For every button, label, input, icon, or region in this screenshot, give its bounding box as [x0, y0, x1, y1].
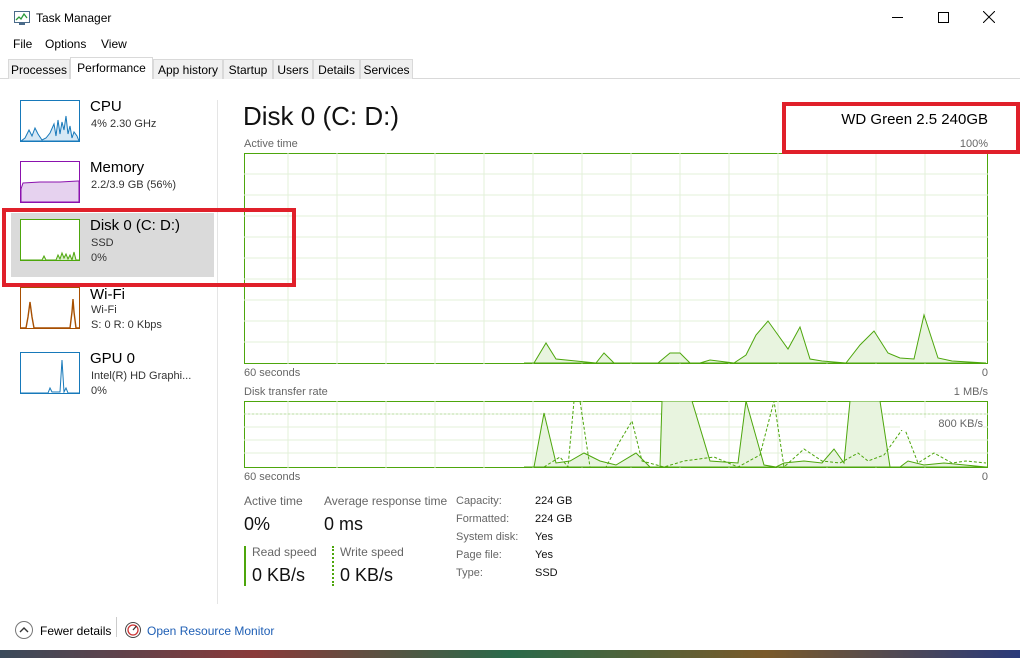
read-speed-label: Read speed [252, 545, 317, 559]
sidebar-item-wifi[interactable]: Wi-Fi Wi-Fi S: 0 R: 0 Kbps [11, 281, 214, 345]
active-time-graph [244, 153, 988, 364]
write-speed-indicator [332, 546, 334, 586]
info-label: Capacity: [456, 495, 502, 507]
menu-view[interactable]: View [101, 37, 127, 51]
menu-options[interactable]: Options [45, 37, 86, 51]
active-time-x-right: 0 [981, 367, 988, 379]
sidebar-item-subtitle: Wi-Fi [91, 304, 117, 316]
info-label: Page file: [456, 549, 502, 561]
sidebar-item-subtitle: Intel(R) HD Graphi... [91, 370, 192, 382]
minimize-button[interactable] [874, 0, 920, 34]
transfer-max-label: 1 MB/s [953, 386, 988, 398]
sidebar-item-disk-0[interactable]: Disk 0 (C: D:) SSD 0% [11, 213, 214, 277]
open-resource-monitor-link[interactable]: Open Resource Monitor [147, 624, 274, 638]
avg-response-value: 0 ms [324, 514, 364, 534]
write-speed-label: Write speed [340, 545, 404, 559]
sidebar-item-detail: 0% [91, 252, 107, 264]
close-icon [983, 11, 995, 23]
memory-thumbnail-graph [20, 161, 80, 203]
window-title: Task Manager [36, 11, 112, 25]
title-bar: Task Manager [0, 0, 1020, 34]
sidebar-item-title: CPU [90, 98, 122, 115]
tab-processes[interactable]: Processes [8, 59, 70, 79]
sidebar-item-gpu-0[interactable]: GPU 0 Intel(R) HD Graphi... 0% [11, 346, 214, 410]
info-label: System disk: [456, 531, 519, 543]
transfer-x-left: 60 seconds [244, 471, 301, 483]
tab-startup[interactable]: Startup [223, 59, 273, 79]
info-value: Yes [535, 531, 553, 543]
menu-bar: File Options View [0, 34, 1020, 54]
tab-details[interactable]: Details [313, 59, 360, 79]
active-time-max-label: 100% [959, 138, 988, 150]
sidebar-item-detail: S: 0 R: 0 Kbps [91, 319, 162, 331]
read-speed-indicator [244, 546, 246, 586]
info-label: Type: [456, 567, 483, 579]
task-manager-icon [14, 11, 30, 25]
minimize-icon [891, 16, 903, 18]
transfer-rate-graph [244, 401, 988, 468]
info-value: SSD [535, 567, 558, 579]
tab-services[interactable]: Services [360, 59, 413, 79]
wifi-thumbnail-graph [20, 287, 80, 329]
sidebar-item-detail: 0% [91, 385, 107, 397]
info-value: 224 GB [535, 495, 573, 507]
sidebar-item-title: Wi-Fi [90, 286, 125, 303]
sidebar-item-title: GPU 0 [90, 350, 136, 367]
read-speed-value: 0 KB/s [252, 565, 306, 585]
tab-performance[interactable]: Performance [70, 57, 153, 79]
sidebar-item-cpu[interactable]: CPU 4% 2.30 GHz [11, 94, 214, 158]
sidebar-item-subtitle: 2.2/3.9 GB (56%) [91, 179, 176, 191]
menu-file[interactable]: File [13, 37, 32, 51]
maximize-button[interactable] [920, 0, 966, 34]
desktop-background-strip [0, 650, 1020, 658]
sidebar-item-title: Memory [90, 159, 145, 176]
info-value: 224 GB [535, 513, 573, 525]
active-time-stat-label: Active time [244, 494, 303, 508]
info-label: Formatted: [456, 513, 510, 525]
page-title: Disk 0 (C: D:) [243, 101, 399, 131]
close-button[interactable] [966, 0, 1012, 34]
active-time-stat-value: 0% [244, 514, 271, 534]
avg-response-label: Average response time [324, 494, 448, 508]
fewer-details-button[interactable]: Fewer details [40, 624, 111, 638]
tab-app-history[interactable]: App history [153, 59, 223, 79]
resource-monitor-icon [125, 622, 141, 638]
active-time-x-left: 60 seconds [244, 367, 301, 379]
cpu-thumbnail-graph [20, 100, 80, 142]
active-time-graph-label: Active time [244, 138, 298, 150]
disk-model-name: WD Green 2.5 240GB [841, 111, 988, 128]
transfer-mid-label: 800 KB/s [900, 418, 983, 430]
sidebar-item-memory[interactable]: Memory 2.2/3.9 GB (56%) [11, 155, 214, 219]
chevron-up-circle-icon[interactable] [14, 620, 34, 640]
maximize-icon [937, 11, 949, 23]
sidebar-divider [217, 100, 218, 604]
footer-divider [116, 617, 117, 637]
sidebar-item-subtitle: 4% 2.30 GHz [91, 118, 157, 130]
disk-thumbnail-graph [20, 219, 80, 261]
gpu-thumbnail-graph [20, 352, 80, 394]
transfer-x-right: 0 [981, 471, 988, 483]
tab-users[interactable]: Users [273, 59, 313, 79]
transfer-graph-label: Disk transfer rate [244, 386, 328, 398]
info-value: Yes [535, 549, 553, 561]
write-speed-value: 0 KB/s [340, 565, 394, 585]
sidebar-item-title: Disk 0 (C: D:) [90, 217, 180, 234]
sidebar-item-subtitle: SSD [91, 237, 114, 249]
